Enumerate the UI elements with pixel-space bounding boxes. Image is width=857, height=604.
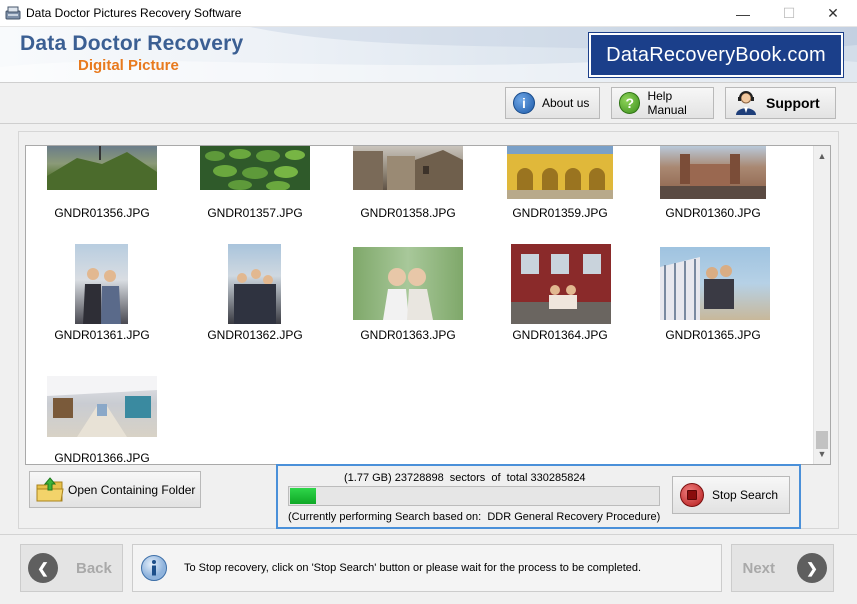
support-label: Support xyxy=(766,95,820,111)
stop-icon xyxy=(680,483,704,507)
title-bar: Data Doctor Pictures Recovery Software —… xyxy=(0,0,857,27)
search-progress-fill xyxy=(290,488,316,504)
thumbnail-image[interactable] xyxy=(200,146,310,190)
close-button[interactable]: ✕ xyxy=(810,0,856,27)
status-info-text: To Stop recovery, click on 'Stop Search'… xyxy=(184,562,642,574)
thumbnail-image[interactable] xyxy=(660,247,770,320)
back-button[interactable]: ❮ Back xyxy=(20,544,123,592)
procedure-status-text: (Currently performing Search based on: D… xyxy=(288,511,661,523)
help-manual-button[interactable]: ? Help Manual xyxy=(611,87,714,119)
thumbnail-filename: GNDR01360.JPG xyxy=(665,206,761,220)
info-icon xyxy=(141,555,167,581)
thumbnail-image[interactable] xyxy=(507,146,613,199)
app-icon xyxy=(5,6,21,20)
scroll-up-arrow[interactable]: ▲ xyxy=(814,148,830,164)
next-button[interactable]: Next ❯ xyxy=(731,544,834,592)
minimize-button[interactable]: — xyxy=(720,0,766,27)
thumbnail-filename: GNDR01365.JPG xyxy=(665,328,761,342)
thumbnail-image[interactable] xyxy=(353,146,463,190)
recovered-pictures-gallery[interactable]: GNDR01356.JPG GNDR01357.JPG GNDR01358.JP… xyxy=(25,145,831,465)
thumbnail-filename: GNDR01358.JPG xyxy=(360,206,456,220)
next-label: Next xyxy=(742,559,775,577)
thumbnail-image[interactable] xyxy=(511,244,611,324)
thumbnail-filename: GNDR01361.JPG xyxy=(54,328,150,342)
gallery-scrollbar[interactable]: ▲ ▼ xyxy=(813,146,830,464)
thumbnail-filename: GNDR01363.JPG xyxy=(360,328,456,342)
thumbnail-image[interactable] xyxy=(47,146,157,190)
back-label: Back xyxy=(76,559,112,577)
folder-icon xyxy=(36,476,64,501)
brand-title: Data Doctor Recovery xyxy=(20,32,244,55)
thumbnail-image[interactable] xyxy=(47,376,157,437)
stop-search-button[interactable]: Stop Search xyxy=(672,476,790,514)
about-us-button[interactable]: i About us xyxy=(505,87,600,119)
thumbnail-filename: GNDR01359.JPG xyxy=(512,206,608,220)
thumbnail-filename: GNDR01366.JPG xyxy=(54,451,150,465)
thumbnail-filename: GNDR01364.JPG xyxy=(512,328,608,342)
search-progress-bar xyxy=(288,486,660,506)
thumbnail-image[interactable] xyxy=(228,244,281,324)
thumbnail-filename: GNDR01356.JPG xyxy=(54,206,150,220)
window-title: Data Doctor Pictures Recovery Software xyxy=(26,6,242,20)
next-arrow-icon: ❯ xyxy=(797,553,827,583)
maximize-button[interactable]: ☐ xyxy=(766,0,812,27)
question-icon: ? xyxy=(619,92,641,114)
thumbnail-image[interactable] xyxy=(660,146,766,199)
back-arrow-icon: ❮ xyxy=(28,553,58,583)
site-badge[interactable]: DataRecoveryBook.com xyxy=(588,32,844,78)
open-containing-folder-button[interactable]: Open Containing Folder xyxy=(29,471,201,508)
sector-progress-text: (1.77 GB) 23728898 sectors of total 3302… xyxy=(344,472,586,484)
stop-search-label: Stop Search xyxy=(712,488,779,502)
support-agent-icon xyxy=(736,91,756,115)
divider xyxy=(0,82,857,83)
status-info-bar: To Stop recovery, click on 'Stop Search'… xyxy=(132,544,722,592)
thumbnail-filename: GNDR01362.JPG xyxy=(207,328,303,342)
header-banner: Data Doctor Recovery Digital Picture Dat… xyxy=(0,27,857,82)
scroll-down-arrow[interactable]: ▼ xyxy=(814,446,830,462)
brand-subtitle: Digital Picture xyxy=(78,57,179,74)
thumbnail-image[interactable] xyxy=(75,244,128,324)
info-icon: i xyxy=(513,92,535,114)
help-manual-label: Help Manual xyxy=(647,89,687,117)
thumbnail-image[interactable] xyxy=(353,247,463,320)
about-us-label: About us xyxy=(542,96,590,110)
search-progress-panel: (1.77 GB) 23728898 sectors of total 3302… xyxy=(276,464,801,529)
divider xyxy=(0,534,857,535)
support-button[interactable]: Support xyxy=(725,87,836,119)
divider xyxy=(0,123,857,124)
open-folder-label: Open Containing Folder xyxy=(68,482,196,497)
thumbnail-filename: GNDR01357.JPG xyxy=(207,206,303,220)
